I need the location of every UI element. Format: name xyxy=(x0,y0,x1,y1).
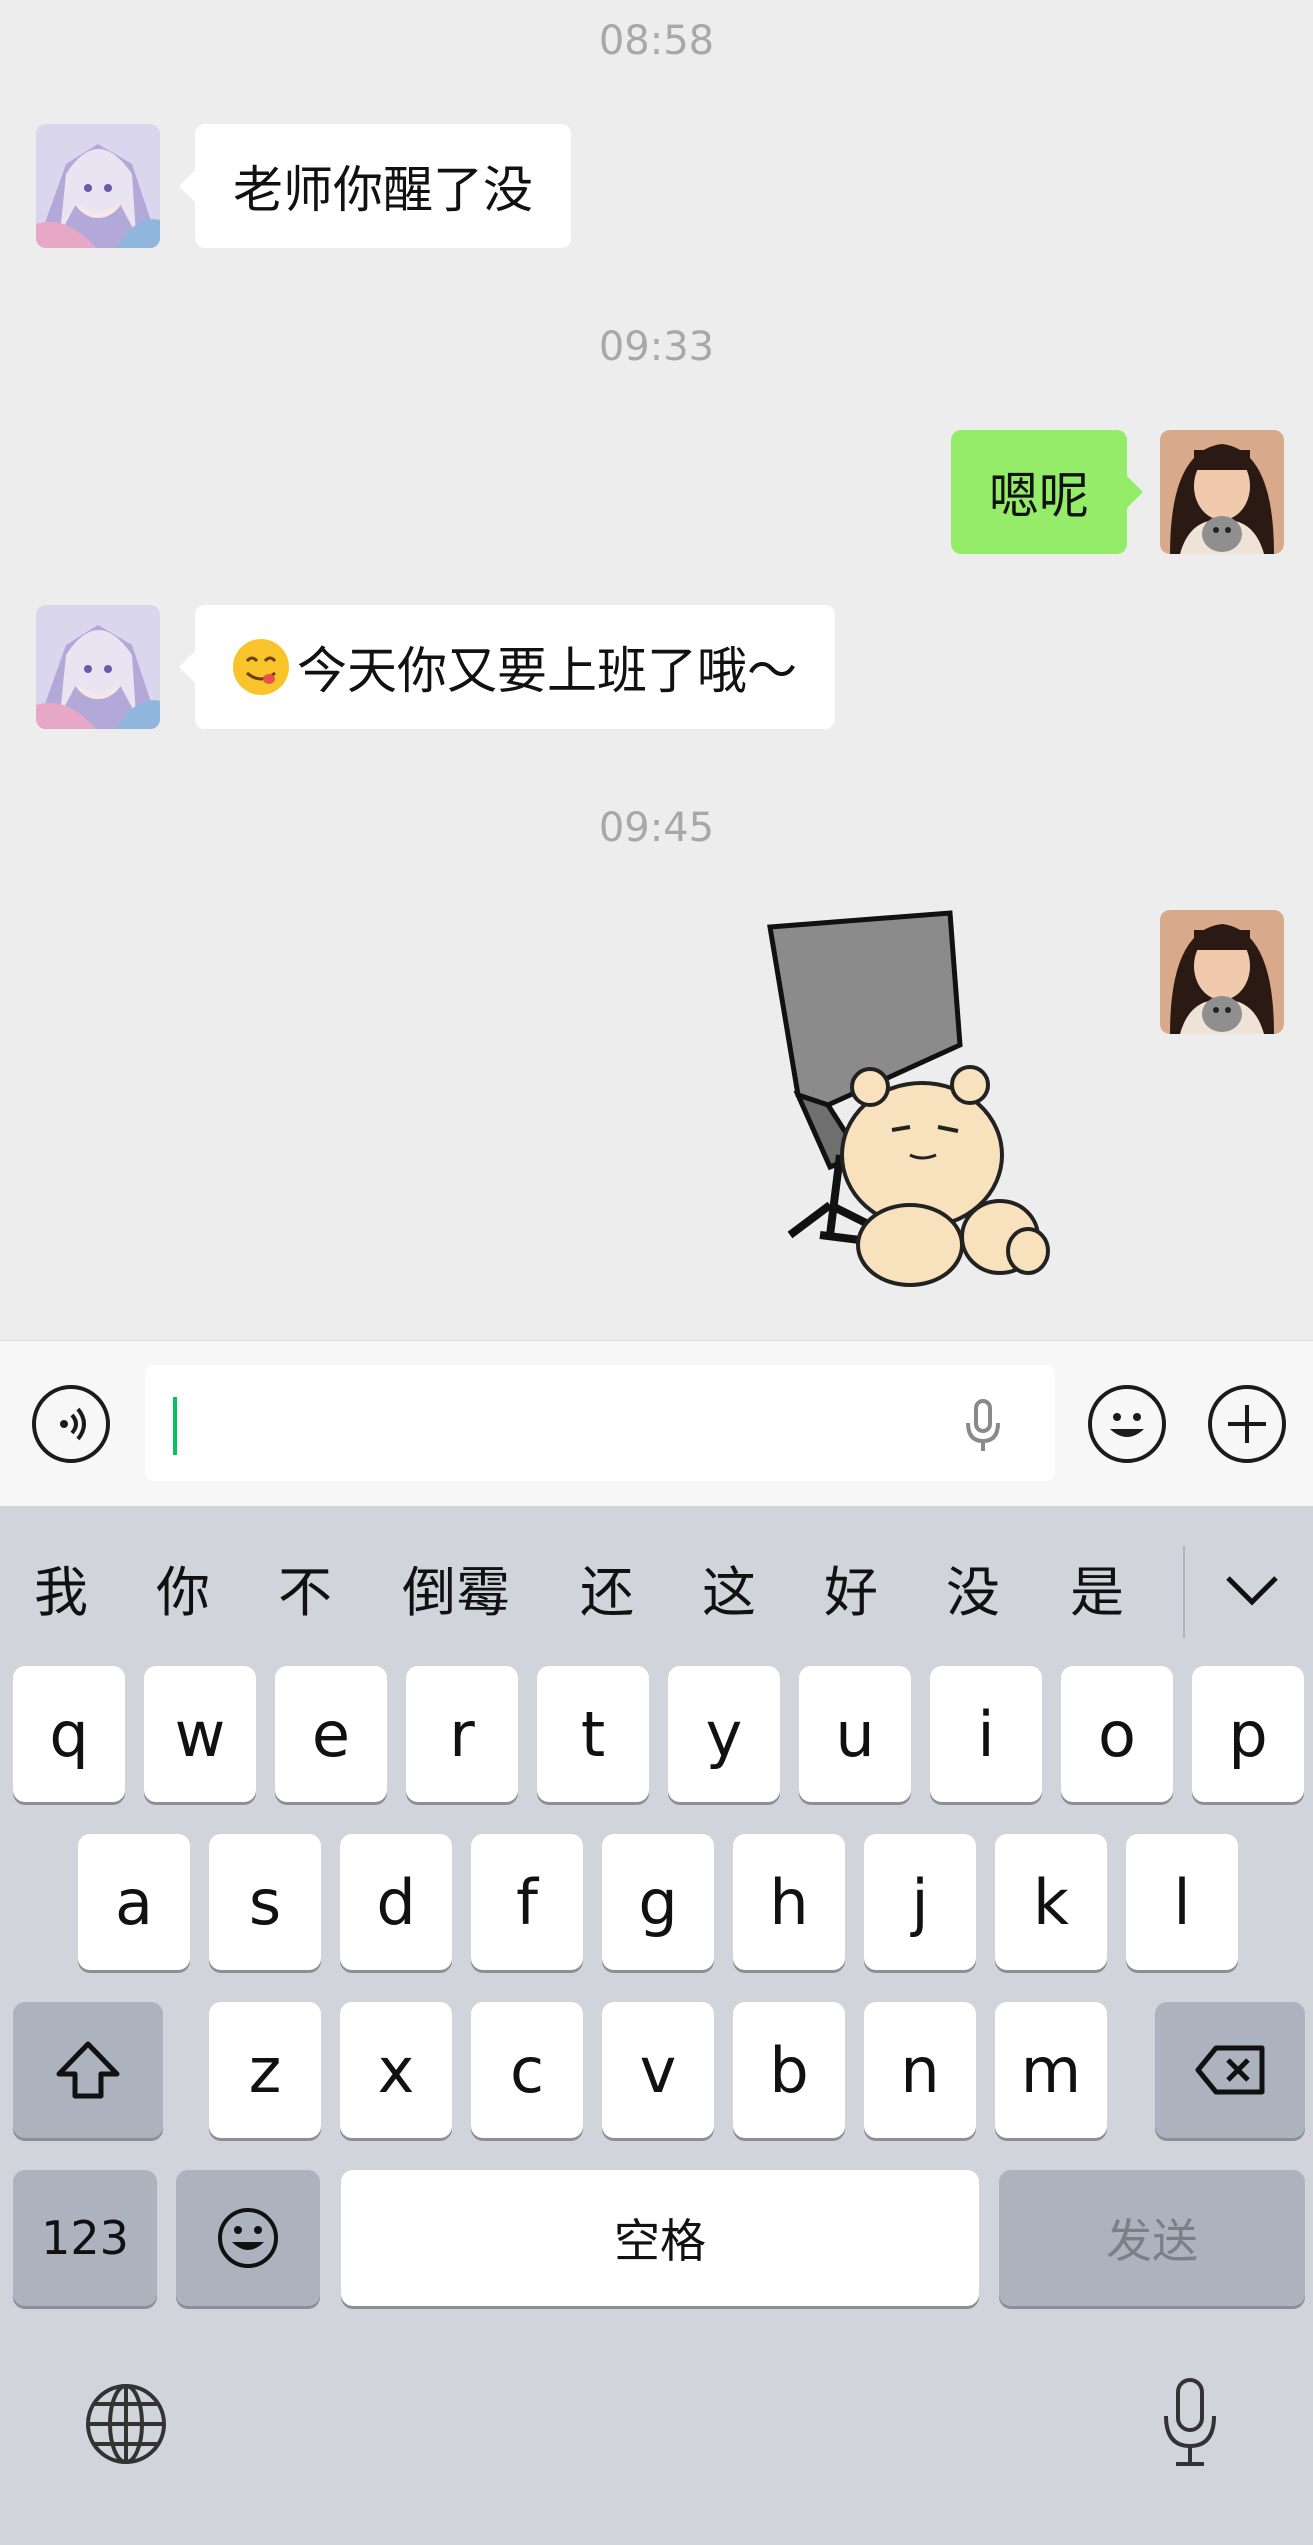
contact-avatar[interactable] xyxy=(36,605,160,729)
key-b[interactable]: b xyxy=(733,2002,845,2138)
plus-icon xyxy=(1228,1405,1266,1443)
emoji-button[interactable] xyxy=(1088,1385,1166,1463)
candidate-item[interactable]: 是 xyxy=(1070,1548,1124,1627)
key-i[interactable]: i xyxy=(930,1666,1042,1802)
text-caret xyxy=(173,1397,177,1455)
backspace-key[interactable] xyxy=(1155,2002,1305,2138)
candidate-item[interactable]: 倒霉 xyxy=(402,1548,510,1627)
microphone-icon[interactable] xyxy=(963,1399,1003,1453)
candidate-item[interactable]: 还 xyxy=(580,1548,634,1627)
key-k[interactable]: k xyxy=(995,1834,1107,1970)
key-q[interactable]: q xyxy=(13,1666,125,1802)
message-input[interactable] xyxy=(145,1365,1055,1481)
message-text: 老师你醒了没 xyxy=(233,161,533,219)
key-d[interactable]: d xyxy=(340,1834,452,1970)
key-z[interactable]: z xyxy=(209,2002,321,2138)
message-bubble-incoming[interactable]: 今天你又要上班了哦～ xyxy=(179,605,835,729)
key-a[interactable]: a xyxy=(78,1834,190,1970)
more-button[interactable] xyxy=(1208,1385,1286,1463)
key-e[interactable]: e xyxy=(275,1666,387,1802)
timestamp: 09:45 xyxy=(598,805,715,851)
key-m[interactable]: m xyxy=(995,2002,1107,2138)
yum-emoji-icon xyxy=(233,639,289,695)
key-j[interactable]: j xyxy=(864,1834,976,1970)
input-bar xyxy=(0,1340,1313,1506)
key-c[interactable]: c xyxy=(471,2002,583,2138)
key-p[interactable]: p xyxy=(1192,1666,1304,1802)
voice-mode-button[interactable] xyxy=(32,1385,110,1463)
message-text: 嗯呢 xyxy=(989,467,1089,525)
candidate-item[interactable]: 这 xyxy=(702,1548,756,1627)
shift-arrow-icon xyxy=(56,2041,120,2099)
key-h[interactable]: h xyxy=(733,1834,845,1970)
message-bubble-outgoing[interactable]: 嗯呢 xyxy=(951,430,1143,554)
candidate-item[interactable]: 你 xyxy=(156,1548,210,1627)
backspace-icon xyxy=(1195,2045,1265,2095)
numbers-key[interactable]: 123 xyxy=(13,2170,157,2306)
key-l[interactable]: l xyxy=(1126,1834,1238,1970)
my-avatar[interactable] xyxy=(1160,910,1284,1034)
candidate-item[interactable]: 不 xyxy=(278,1548,332,1627)
shift-key[interactable] xyxy=(13,2002,163,2138)
candidate-item[interactable]: 我 xyxy=(34,1548,88,1627)
dictation-microphone-icon[interactable] xyxy=(1160,2376,1220,2470)
key-y[interactable]: y xyxy=(668,1666,780,1802)
key-g[interactable]: g xyxy=(602,1834,714,1970)
message-bubble-incoming[interactable]: 老师你醒了没 xyxy=(179,124,571,248)
candidate-separator xyxy=(1183,1546,1185,1638)
voice-icon xyxy=(60,1407,86,1441)
smiley-icon xyxy=(218,2208,278,2268)
message-text: 今天你又要上班了哦～ xyxy=(297,642,797,700)
emoji-key[interactable] xyxy=(176,2170,320,2306)
timestamp: 08:58 xyxy=(598,18,715,64)
key-t[interactable]: t xyxy=(537,1666,649,1802)
key-v[interactable]: v xyxy=(602,2002,714,2138)
globe-icon[interactable] xyxy=(84,2382,168,2466)
key-u[interactable]: u xyxy=(799,1666,911,1802)
key-w[interactable]: w xyxy=(144,1666,256,1802)
candidate-item[interactable]: 没 xyxy=(946,1548,1000,1627)
key-n[interactable]: n xyxy=(864,2002,976,2138)
key-x[interactable]: x xyxy=(340,2002,452,2138)
space-key[interactable]: 空格 xyxy=(341,2170,979,2306)
smiley-icon xyxy=(1110,1413,1144,1437)
chat-area[interactable]: 08:58 老师你醒了没 09:33 嗯呢 今天你又要上班了哦～ 09:45 xyxy=(0,0,1313,1340)
timestamp: 09:33 xyxy=(598,324,715,370)
contact-avatar[interactable] xyxy=(36,124,160,248)
candidate-item[interactable]: 好 xyxy=(824,1548,878,1627)
key-s[interactable]: s xyxy=(209,1834,321,1970)
key-o[interactable]: o xyxy=(1061,1666,1173,1802)
bear-chair-sticker[interactable] xyxy=(760,905,1100,1305)
chevron-down-icon[interactable] xyxy=(1224,1574,1280,1608)
candidate-bar: 我 你 不 倒霉 还 这 好 没 是 xyxy=(0,1506,1313,1656)
my-avatar[interactable] xyxy=(1160,430,1284,554)
key-f[interactable]: f xyxy=(471,1834,583,1970)
send-key[interactable]: 发送 xyxy=(999,2170,1305,2306)
key-r[interactable]: r xyxy=(406,1666,518,1802)
